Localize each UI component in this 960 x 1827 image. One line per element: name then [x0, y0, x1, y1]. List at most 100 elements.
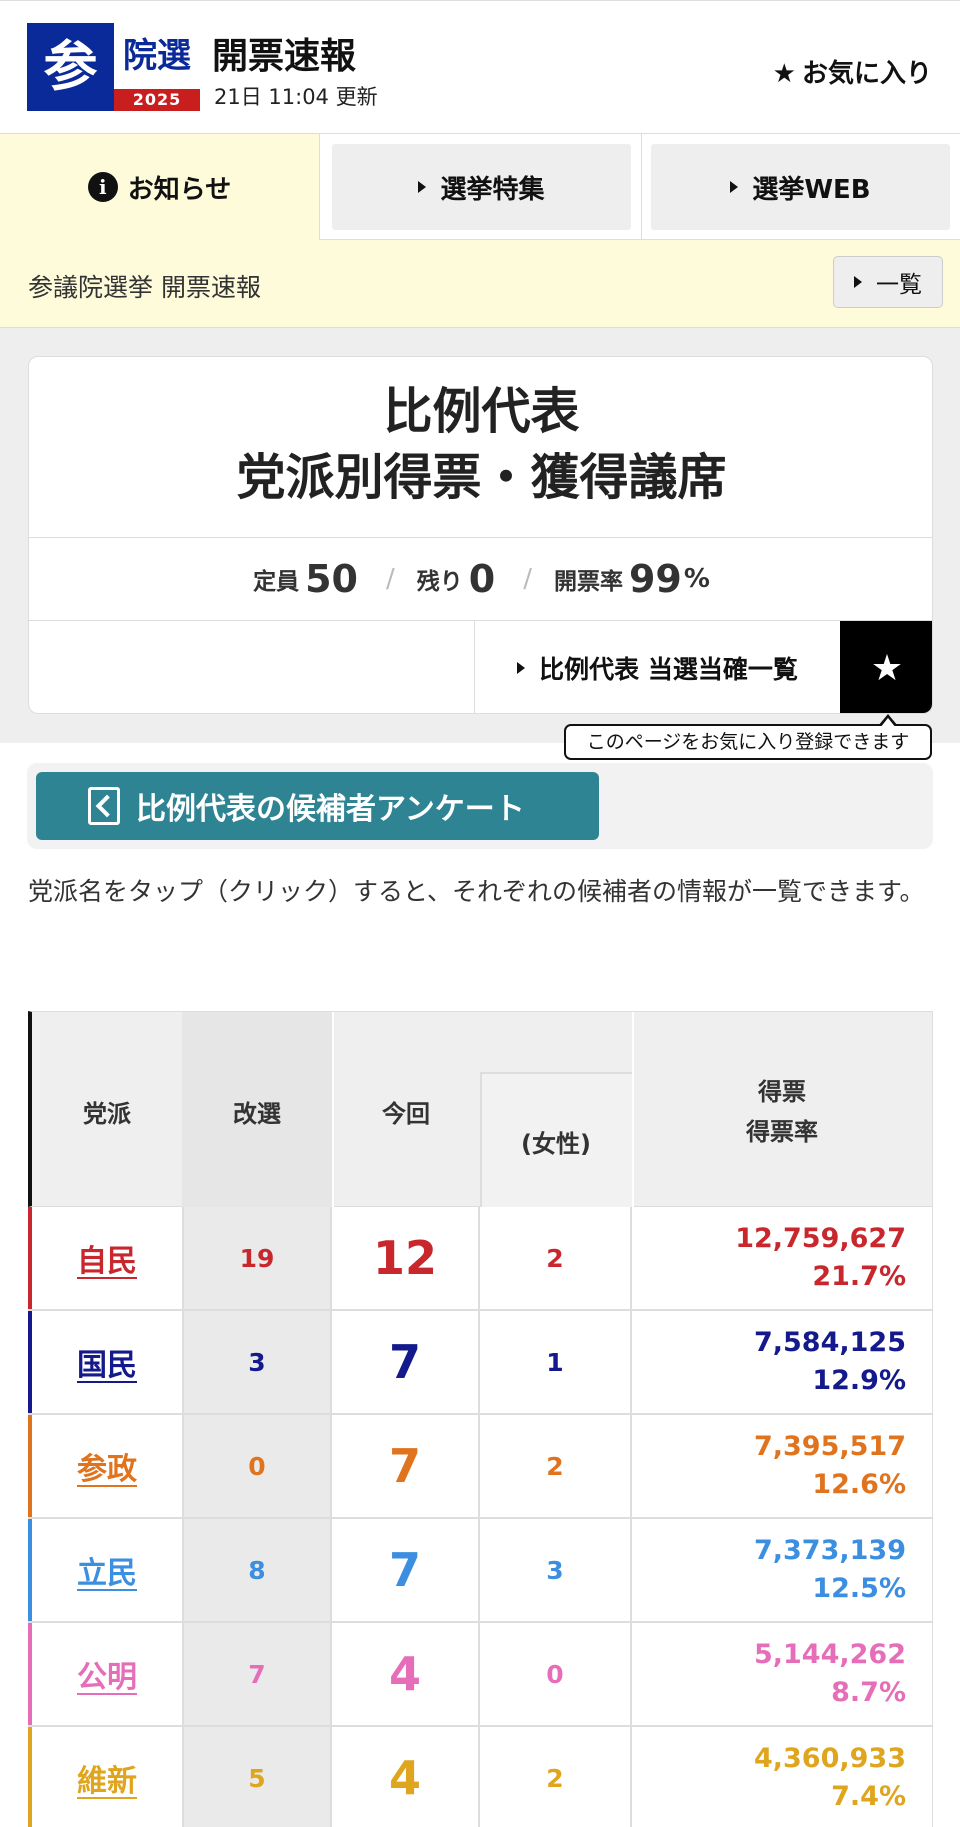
star-icon: ★: [870, 647, 904, 689]
info-icon: i: [87, 172, 118, 202]
header-konkai: 今回: [382, 1100, 430, 1128]
party-link[interactable]: 国民: [28, 1311, 182, 1413]
notice-link[interactable]: 参議院選挙 開票速報: [28, 268, 261, 304]
seats-value: 50: [305, 557, 358, 601]
header-votes-line1: 得票: [758, 1078, 806, 1106]
survey-button[interactable]: 比例代表の候補者アンケート: [36, 772, 599, 840]
votes-value: 4,360,933: [753, 1743, 906, 1774]
konkai-cell: 4: [332, 1623, 480, 1725]
tab-label: 選挙特集: [440, 174, 545, 205]
remaining-label: 残り: [416, 569, 463, 595]
bookmark-tooltip: このページをお気に入り登録できます: [564, 714, 932, 760]
table-header: 党派 改選 今回 (女性) 得票 得票率: [28, 1011, 933, 1208]
votes-cell: 7,584,125 12.9%: [632, 1311, 932, 1413]
table-row: 自民 19 12 2 12,759,627 21.7%: [28, 1207, 933, 1311]
konkai-cell: 7: [332, 1519, 480, 1621]
votes-value: 7,395,517: [753, 1431, 906, 1462]
vote-rate: 7.4%: [831, 1781, 906, 1812]
votes-cell: 7,395,517 12.6%: [632, 1415, 932, 1517]
list-button[interactable]: 一覧: [833, 256, 943, 308]
tab-label: お知らせ: [127, 174, 232, 205]
winners-list-link[interactable]: 比例代表 当選当確一覧: [474, 621, 840, 713]
favorite-label: お気に入り: [801, 59, 932, 89]
divider-slash: /: [523, 564, 532, 594]
party-link[interactable]: 参政: [28, 1415, 182, 1517]
page-title: 開票速報: [212, 36, 357, 77]
favorite-button[interactable]: ★ お気に入り: [773, 53, 932, 90]
vote-rate: 12.5%: [812, 1573, 906, 1604]
header-josei: (女性): [521, 1130, 591, 1158]
table-row: 維新 5 4 2 4,360,933 7.4%: [28, 1727, 933, 1827]
kaisen-cell: 7: [182, 1623, 332, 1725]
header-party: 党派: [83, 1100, 131, 1128]
josei-cell: 0: [480, 1623, 632, 1725]
party-link[interactable]: 自民: [28, 1207, 182, 1309]
table-row: 立民 8 7 3 7,373,139 12.5%: [28, 1519, 933, 1623]
votes-value: 5,144,262: [753, 1639, 906, 1670]
rate-value: 99: [628, 557, 682, 601]
party-link[interactable]: 維新: [28, 1727, 182, 1827]
card-title-line1: 比例代表: [383, 383, 580, 440]
triangle-right-icon: [517, 662, 526, 674]
konkai-cell: 7: [332, 1415, 480, 1517]
tab-bar: i お知らせ 選挙特集 選挙WEB: [0, 134, 960, 240]
divider-slash: /: [385, 564, 395, 594]
logo-kanji: 参: [27, 23, 114, 111]
survey-label: 比例代表の候補者アンケート: [136, 792, 525, 827]
election-logo[interactable]: 参 院選 2025: [27, 23, 200, 111]
notice-bar: 参議院選挙 開票速報 一覧: [0, 240, 960, 328]
vote-rate: 12.9%: [812, 1365, 906, 1396]
votes-value: 12,759,627: [735, 1223, 906, 1254]
votes-cell: 4,360,933 7.4%: [632, 1727, 932, 1827]
bookmark-star-button[interactable]: ★: [840, 621, 932, 713]
votes-cell: 12,759,627 21.7%: [632, 1207, 932, 1309]
votes-value: 7,373,139: [753, 1535, 906, 1566]
card-title: 比例代表 党派別得票・獲得議席: [29, 379, 932, 511]
triangle-right-icon: [854, 276, 862, 288]
tab-notice[interactable]: i お知らせ: [0, 134, 320, 240]
kaisen-cell: 5: [182, 1727, 332, 1827]
table-description: 党派名をタップ（クリック）すると、それぞれの候補者の情報が一覧できます。: [28, 877, 925, 906]
table-row: 国民 3 7 1 7,584,125 12.9%: [28, 1311, 933, 1415]
party-link[interactable]: 公明: [28, 1623, 182, 1725]
vote-rate: 12.6%: [812, 1469, 906, 1500]
votes-cell: 7,373,139 12.5%: [632, 1519, 932, 1621]
josei-cell: 3: [480, 1519, 632, 1621]
kaisen-cell: 3: [182, 1311, 332, 1413]
josei-cell: 1: [480, 1311, 632, 1413]
site-header: 参 院選 2025 開票速報 21日 11:04 更新 ★ お気に入り: [0, 0, 960, 134]
tab-election-feature[interactable]: 選挙特集: [332, 144, 631, 230]
summary-card: 比例代表 党派別得票・獲得議席 定員 50 / 残り 0 / 開票率 99 % …: [28, 356, 933, 714]
triangle-right-icon: [730, 181, 739, 193]
seats-label: 定員: [253, 569, 300, 595]
updated-timestamp: 21日 11:04 更新: [214, 85, 378, 109]
vote-rate: 8.7%: [831, 1677, 906, 1708]
tab-divider: [641, 134, 642, 240]
summary-section: 比例代表 党派別得票・獲得議席 定員 50 / 残り 0 / 開票率 99 % …: [0, 328, 960, 760]
external-link-icon: [88, 787, 120, 825]
star-icon: ★: [772, 59, 796, 89]
josei-cell: 2: [480, 1727, 632, 1827]
logo-word: 院選: [123, 36, 191, 76]
triangle-right-icon: [418, 181, 427, 193]
vote-rate: 21.7%: [812, 1261, 906, 1292]
josei-cell: 2: [480, 1207, 632, 1309]
header-votes-line2: 得票率: [746, 1118, 818, 1146]
rate-unit: %: [683, 564, 710, 594]
logo-year: 2025: [114, 89, 200, 111]
list-button-label: 一覧: [876, 272, 922, 298]
tab-election-web[interactable]: 選挙WEB: [651, 144, 950, 230]
table-row: 参政 0 7 2 7,395,517 12.6%: [28, 1415, 933, 1519]
winners-list-label: 比例代表 当選当確一覧: [539, 655, 798, 684]
rate-label: 開票率: [553, 569, 623, 595]
kaisen-cell: 8: [182, 1519, 332, 1621]
header-kaisen: 改選: [233, 1100, 281, 1128]
card-actions: 比例代表 当選当確一覧 ★: [29, 621, 932, 713]
party-link[interactable]: 立民: [28, 1519, 182, 1621]
tab-label: 選挙WEB: [752, 174, 871, 205]
kaisen-cell: 0: [182, 1415, 332, 1517]
card-title-line2: 党派別得票・獲得議席: [236, 449, 727, 506]
konkai-cell: 4: [332, 1727, 480, 1827]
remaining-value: 0: [468, 557, 496, 601]
count-stats: 定員 50 / 残り 0 / 開票率 99 %: [29, 537, 932, 621]
